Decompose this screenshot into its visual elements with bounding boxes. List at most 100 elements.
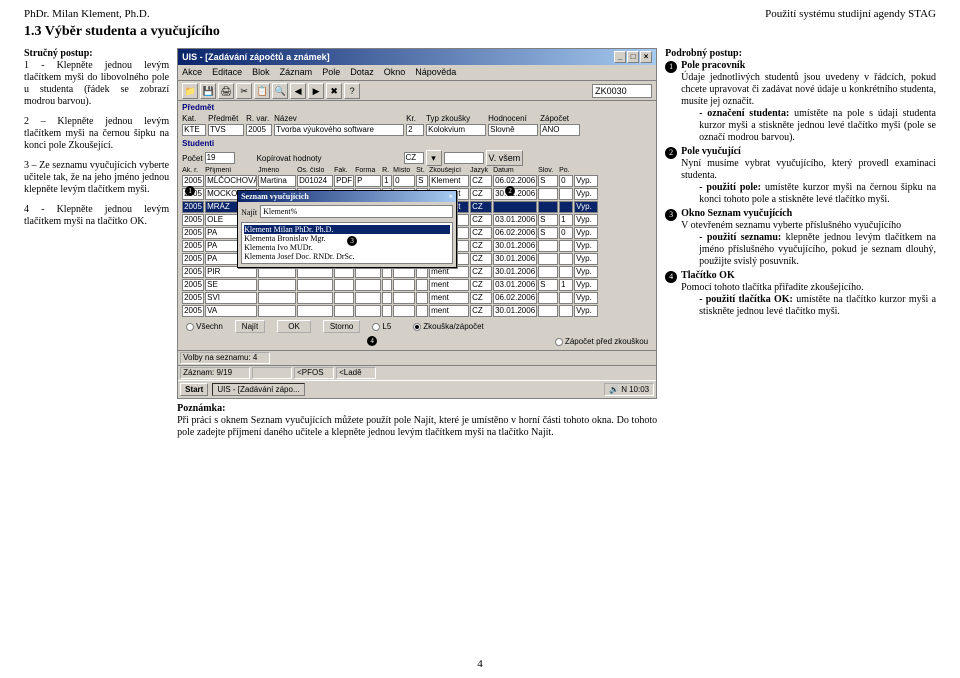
cell-fak[interactable] [334, 279, 354, 291]
cell-r[interactable] [382, 279, 392, 291]
cell-po[interactable]: 1 [559, 214, 573, 226]
cell-r[interactable] [382, 292, 392, 304]
cell-vyp[interactable]: Vyp. [574, 305, 598, 317]
cell-po[interactable]: 0 [559, 227, 573, 239]
cell-st[interactable] [416, 292, 428, 304]
cell-zk[interactable]: ment [429, 292, 469, 304]
table-row[interactable]: 2005SVImentCZ06.02.2006Vyp. [182, 292, 652, 304]
cell-ak[interactable]: 2005 [182, 240, 204, 252]
cell-slov[interactable]: S [538, 214, 558, 226]
cell-zk[interactable]: Klement [429, 175, 469, 187]
menu-item[interactable]: Pole [322, 67, 340, 78]
najit-button[interactable]: Najít [235, 320, 265, 333]
cell-os[interactable] [297, 279, 333, 291]
taskbar-item[interactable]: UIS - [Zadávání zápo... [212, 383, 304, 396]
cell-jm[interactable] [258, 279, 296, 291]
cell-vyp[interactable]: Vyp. [574, 201, 598, 213]
toolbar-button[interactable]: ◀ [290, 83, 306, 99]
cell-dat[interactable]: 03.01.2006 [493, 279, 537, 291]
cell-prij[interactable]: SE [205, 279, 257, 291]
cz-field[interactable]: CZ [404, 152, 424, 164]
cell-jaz[interactable]: CZ [470, 305, 492, 317]
cell-misto[interactable]: 0 [393, 175, 415, 187]
list-item[interactable]: Klement Milan PhDr. Ph.D. [244, 225, 450, 234]
predmet-nazev[interactable]: Tvorba výukového software [274, 124, 404, 136]
cell-os[interactable] [297, 305, 333, 317]
cell-forma[interactable] [355, 292, 381, 304]
cell-misto[interactable] [393, 292, 415, 304]
cell-jaz[interactable]: CZ [470, 292, 492, 304]
cell-slov[interactable] [538, 305, 558, 317]
cell-jm[interactable] [258, 305, 296, 317]
cell-st[interactable] [416, 305, 428, 317]
cell-ak[interactable]: 2005 [182, 227, 204, 239]
cell-ak[interactable]: 2005 [182, 292, 204, 304]
cell-slov[interactable] [538, 292, 558, 304]
toolbar-button[interactable]: 🖨 [218, 83, 234, 99]
cell-vyp[interactable]: Vyp. [574, 240, 598, 252]
table-row[interactable]: 2005MĹČOCHOVÁMartinaD01024PDFP10SKlement… [182, 175, 652, 187]
cell-dat[interactable]: 03.01.2006 [493, 214, 537, 226]
tray-icon[interactable]: 🔊 [609, 385, 619, 394]
cell-fak[interactable] [334, 305, 354, 317]
toolbar-button[interactable]: ✂ [236, 83, 252, 99]
cell-slov[interactable]: S [538, 227, 558, 239]
cell-ak[interactable]: 2005 [182, 253, 204, 265]
cell-jm[interactable] [258, 292, 296, 304]
cell-jaz[interactable]: CZ [470, 266, 492, 278]
toolbar-button[interactable]: ✖ [326, 83, 342, 99]
cell-dat[interactable]: 30.01.2006 [493, 188, 537, 200]
cell-zk[interactable]: ment [429, 279, 469, 291]
menu-item[interactable]: Dotaz [350, 67, 374, 78]
ok-button[interactable]: OK [277, 320, 311, 333]
cell-forma[interactable]: P [355, 175, 381, 187]
radio-zapocet-pred[interactable] [555, 338, 563, 346]
tray-icon[interactable]: N [621, 385, 627, 394]
cell-dat[interactable]: 30.01.2006 [493, 253, 537, 265]
cell-slov[interactable] [538, 188, 558, 200]
toolbar-button[interactable]: ▶ [308, 83, 324, 99]
cell-st[interactable] [416, 279, 428, 291]
toolbar-button[interactable]: 📋 [254, 83, 270, 99]
menu-item[interactable]: Nápověda [415, 67, 456, 78]
cell-st[interactable]: S [416, 175, 428, 187]
cell-vyp[interactable]: Vyp. [574, 175, 598, 187]
menu-item[interactable]: Akce [182, 67, 202, 78]
cell-prij[interactable]: SVI [205, 292, 257, 304]
cell-misto[interactable] [393, 305, 415, 317]
dropdown-arrow-icon[interactable]: ▾ [426, 150, 442, 166]
cell-slov[interactable]: S [538, 279, 558, 291]
dialog-close-icon[interactable]: × [449, 192, 454, 201]
cell-ak[interactable]: 2005 [182, 305, 204, 317]
cell-os[interactable]: D01024 [297, 175, 333, 187]
predmet-kat[interactable]: KTE [182, 124, 206, 136]
toolbar-button[interactable]: 💾 [200, 83, 216, 99]
toolbar-button[interactable]: 📁 [182, 83, 198, 99]
cell-vyp[interactable]: Vyp. [574, 188, 598, 200]
cell-vyp[interactable]: Vyp. [574, 214, 598, 226]
cell-prij[interactable]: MĹČOCHOVÁ [205, 175, 257, 187]
cell-jaz[interactable]: CZ [470, 253, 492, 265]
cell-slov[interactable] [538, 253, 558, 265]
cell-ak[interactable]: 2005 [182, 214, 204, 226]
storno-button[interactable]: Storno [323, 320, 361, 333]
menu-item[interactable]: Okno [384, 67, 406, 78]
cell-dat[interactable] [493, 201, 537, 213]
cell-po[interactable] [559, 188, 573, 200]
list-item[interactable]: Klementa Ivo MUDr. [244, 243, 450, 252]
predmet-code[interactable]: TVS [208, 124, 244, 136]
cell-dat[interactable]: 06.02.2006 [493, 175, 537, 187]
table-row[interactable]: 2005VAmentCZ30.01.2006Vyp. [182, 305, 652, 317]
cell-jaz[interactable]: CZ [470, 214, 492, 226]
cell-po[interactable] [559, 266, 573, 278]
cell-jaz[interactable]: CZ [470, 201, 492, 213]
cell-zk[interactable]: ment [429, 305, 469, 317]
cell-slov[interactable]: S [538, 175, 558, 187]
cell-jaz[interactable]: CZ [470, 188, 492, 200]
predmet-hod[interactable]: Slovně [488, 124, 538, 136]
menu-item[interactable]: Editace [212, 67, 242, 78]
minimize-button[interactable]: _ [614, 51, 626, 63]
cell-forma[interactable] [355, 279, 381, 291]
toolbar-button[interactable]: 🔍 [272, 83, 288, 99]
cell-ak[interactable]: 2005 [182, 266, 204, 278]
